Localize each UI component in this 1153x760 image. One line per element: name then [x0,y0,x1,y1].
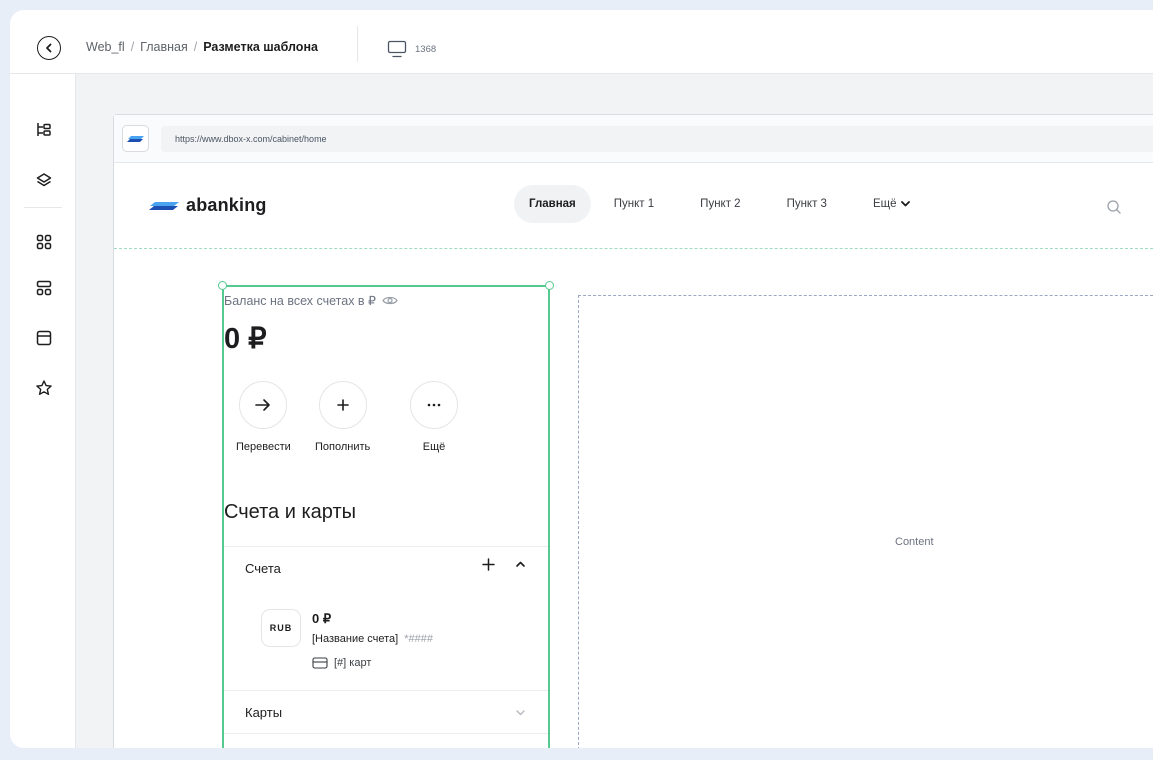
nav-item-more[interactable]: Ещё [850,185,934,223]
chevron-left-icon [46,43,52,53]
tree-icon[interactable] [34,120,54,140]
nav-item-3[interactable]: Пункт 3 [764,185,850,223]
site-header: abanking Главная Пункт 1 Пункт 2 Пункт 3… [114,163,1153,249]
monitor-icon [387,40,407,58]
site-favicon [122,125,149,152]
main-nav: Главная Пункт 1 Пункт 2 Пункт 3 Ещё [514,185,933,223]
account-mask: *#### [404,633,433,645]
nav-item-2[interactable]: Пункт 2 [677,185,763,223]
section-divider [224,546,548,547]
resize-handle-top-right[interactable] [545,281,554,290]
chevron-down-icon [901,201,911,207]
top-up-button[interactable] [318,381,367,429]
top-up-action[interactable]: Пополнить [315,381,370,453]
balance-widget[interactable]: Баланс на всех счетах в ₽ 0 ₽ Перевести [218,281,554,748]
more-button[interactable] [410,381,458,429]
breadcrumb-item-page[interactable]: Главная [140,40,188,54]
components-icon[interactable] [34,278,54,298]
eye-icon[interactable] [382,295,398,306]
viewport-width: 1368 [415,43,437,55]
plus-icon [336,399,349,411]
accounts-section-title: Счета и карты [224,501,356,523]
balance-label: Баланс на всех счетах в ₽ [224,293,398,308]
resize-handle-top-left[interactable] [218,281,227,290]
more-action[interactable]: Ещё [410,381,458,453]
currency-badge: RUB [261,609,301,647]
balance-label-text: Баланс на всех счетах в ₽ [224,294,376,308]
sidebar-divider [24,207,62,208]
more-icon [427,403,441,407]
card-icon [312,657,328,669]
chevron-down-icon[interactable] [516,710,525,716]
section-divider [224,733,548,734]
account-amount[interactable]: 0 ₽ [312,611,331,627]
transfer-action[interactable]: Перевести [236,381,291,453]
nav-item-1[interactable]: Пункт 1 [591,185,677,223]
cards-header[interactable]: Карты [245,705,282,720]
breadcrumb-separator: / [193,40,198,54]
breadcrumb-item-current: Разметка шаблона [203,40,318,54]
more-label: Ещё [422,441,446,453]
top-up-label: Пополнить [315,441,371,453]
layers-icon[interactable] [34,170,54,190]
balance-value: 0 ₽ [224,323,267,355]
browser-url-bar: https://www.dbox-x.com/cabinet/home [114,115,1153,163]
accounts-header[interactable]: Счета [245,561,281,576]
breadcrumb-item-project[interactable]: Web_fl [86,40,125,54]
content-area[interactable]: Content [578,295,1153,748]
nav-more-label: Ещё [872,198,897,210]
grid-icon[interactable] [34,232,54,252]
account-cards-count: [#] карт [334,657,372,669]
transfer-label: Перевести [236,441,291,453]
account-name: [Название счета] *#### [312,633,433,645]
search-icon[interactable] [1106,199,1122,215]
arrow-right-icon [255,399,271,411]
abanking-logo-icon [149,201,179,210]
back-button[interactable] [37,36,61,60]
breadcrumb: Web_fl / Главная / Разметка шаблона [86,40,318,54]
content-label: Content [895,536,934,548]
logo-text: abanking [186,195,267,215]
browser-preview: https://www.dbox-x.com/cabinet/home aban… [113,114,1153,748]
add-account-button[interactable] [482,555,495,577]
site-logo[interactable]: abanking [148,195,267,216]
tool-sidebar [10,74,76,748]
top-toolbar: Web_fl / Главная / Разметка шаблона 1368 [10,10,1153,74]
account-cards: [#] карт [312,657,371,669]
abanking-logo-icon [126,135,144,142]
nav-item-home[interactable]: Главная [514,185,591,223]
plus-icon [482,558,495,571]
section-divider [224,690,548,691]
chevron-up-icon[interactable] [516,561,525,567]
transfer-button[interactable] [239,381,288,429]
account-name-text: [Название счета] [312,633,399,645]
layout-icon[interactable] [34,328,54,348]
toolbar-divider [357,26,358,62]
url-field[interactable]: https://www.dbox-x.com/cabinet/home [161,126,1153,152]
breadcrumb-separator: / [130,40,135,54]
star-icon[interactable] [34,378,54,398]
editor-window: Web_fl / Главная / Разметка шаблона 1368 [10,10,1153,748]
viewport-selector[interactable]: 1368 [387,40,436,58]
